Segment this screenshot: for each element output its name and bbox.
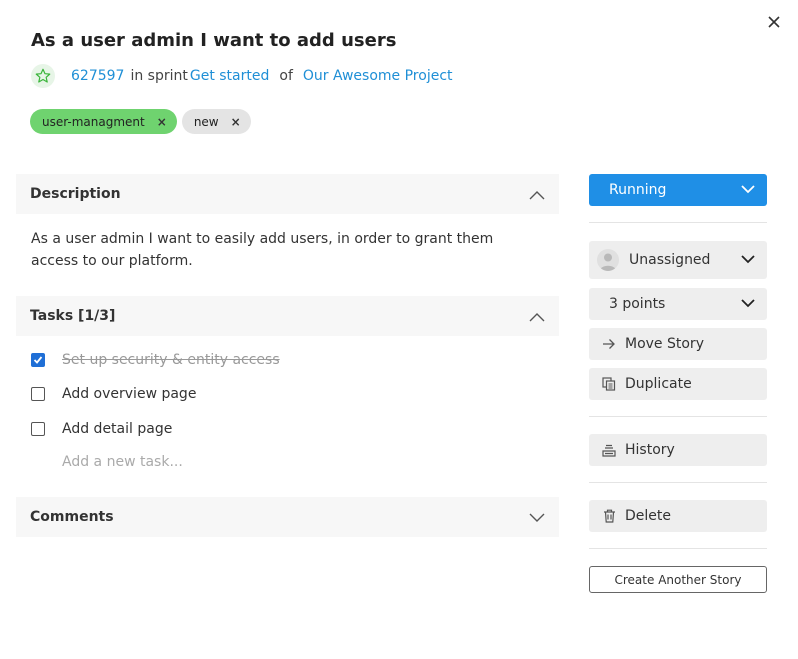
description-heading: Description — [30, 186, 121, 202]
tasks-heading: Tasks [1/3] — [30, 308, 116, 324]
close-icon[interactable] — [764, 12, 784, 32]
history-icon — [601, 442, 617, 458]
project-link[interactable]: Our Awesome Project — [303, 68, 453, 84]
star-icon[interactable] — [31, 64, 55, 88]
description-header[interactable]: Description — [16, 174, 559, 214]
delete-label: Delete — [625, 508, 671, 524]
task-checkbox[interactable] — [31, 353, 45, 367]
sidebar-divider — [589, 222, 767, 223]
tag-remove-button[interactable]: × — [231, 115, 241, 129]
chevron-down-icon — [529, 508, 545, 527]
task-checkbox[interactable] — [31, 387, 45, 401]
comments-heading: Comments — [30, 509, 114, 525]
task-label[interactable]: Add overview page — [62, 386, 196, 402]
of-text: of — [279, 68, 293, 84]
tag-user-managment: user-managment × — [30, 109, 177, 134]
move-story-label: Move Story — [625, 336, 704, 352]
move-story-button[interactable]: Move Story — [589, 328, 767, 360]
story-dialog: As a user admin I want to add users 6275… — [0, 0, 798, 659]
description-text[interactable]: As a user admin I want to easily add use… — [31, 228, 541, 272]
chevron-up-icon — [529, 307, 545, 326]
chevron-up-icon — [529, 185, 545, 204]
chevron-down-icon — [741, 252, 755, 268]
duplicate-label: Duplicate — [625, 376, 692, 392]
status-label: Running — [609, 182, 667, 198]
points-dropdown[interactable]: 3 points — [589, 288, 767, 320]
history-button[interactable]: History — [589, 434, 767, 466]
sidebar-divider — [589, 416, 767, 417]
assignee-dropdown[interactable]: Unassigned — [589, 241, 767, 279]
sidebar-divider — [589, 482, 767, 483]
avatar-icon — [597, 249, 619, 271]
checkmark-icon — [33, 356, 43, 364]
add-task-input[interactable]: Add a new task... — [62, 454, 183, 470]
in-sprint-text: in sprint — [130, 68, 188, 84]
story-id-link[interactable]: 627597 — [71, 68, 124, 84]
assignee-label: Unassigned — [629, 252, 711, 268]
sprint-link[interactable]: Get started — [190, 68, 270, 84]
tag-list: user-managment × new × — [30, 109, 251, 134]
task-checkbox[interactable] — [31, 422, 45, 436]
tag-new: new × — [181, 109, 251, 134]
arrow-right-icon — [601, 336, 617, 352]
task-item: Add overview page — [31, 384, 196, 404]
sidebar-divider — [589, 548, 767, 549]
story-meta: 627597 in sprint Get started of Our Awes… — [31, 64, 453, 88]
chevron-down-icon — [741, 182, 755, 198]
story-title: As a user admin I want to add users — [31, 30, 397, 51]
duplicate-button[interactable]: Duplicate — [589, 368, 767, 400]
trash-icon — [601, 508, 617, 524]
tag-label: user-managment — [42, 114, 145, 129]
status-dropdown[interactable]: Running — [589, 174, 767, 206]
task-label[interactable]: Set up security & entity access — [62, 352, 280, 368]
tag-remove-button[interactable]: × — [157, 115, 167, 129]
chevron-down-icon — [741, 296, 755, 312]
tag-label: new — [193, 114, 219, 129]
history-label: History — [625, 442, 675, 458]
delete-button[interactable]: Delete — [589, 500, 767, 532]
task-label[interactable]: Add detail page — [62, 421, 172, 437]
task-item: Add detail page — [31, 419, 172, 439]
comments-header[interactable]: Comments — [16, 497, 559, 537]
points-label: 3 points — [609, 296, 666, 312]
assignee-wrap: Unassigned — [589, 249, 710, 271]
tasks-header[interactable]: Tasks [1/3] — [16, 296, 559, 336]
task-item: Set up security & entity access — [31, 350, 280, 370]
duplicate-icon — [601, 376, 617, 392]
create-another-story-button[interactable]: Create Another Story — [589, 566, 767, 593]
